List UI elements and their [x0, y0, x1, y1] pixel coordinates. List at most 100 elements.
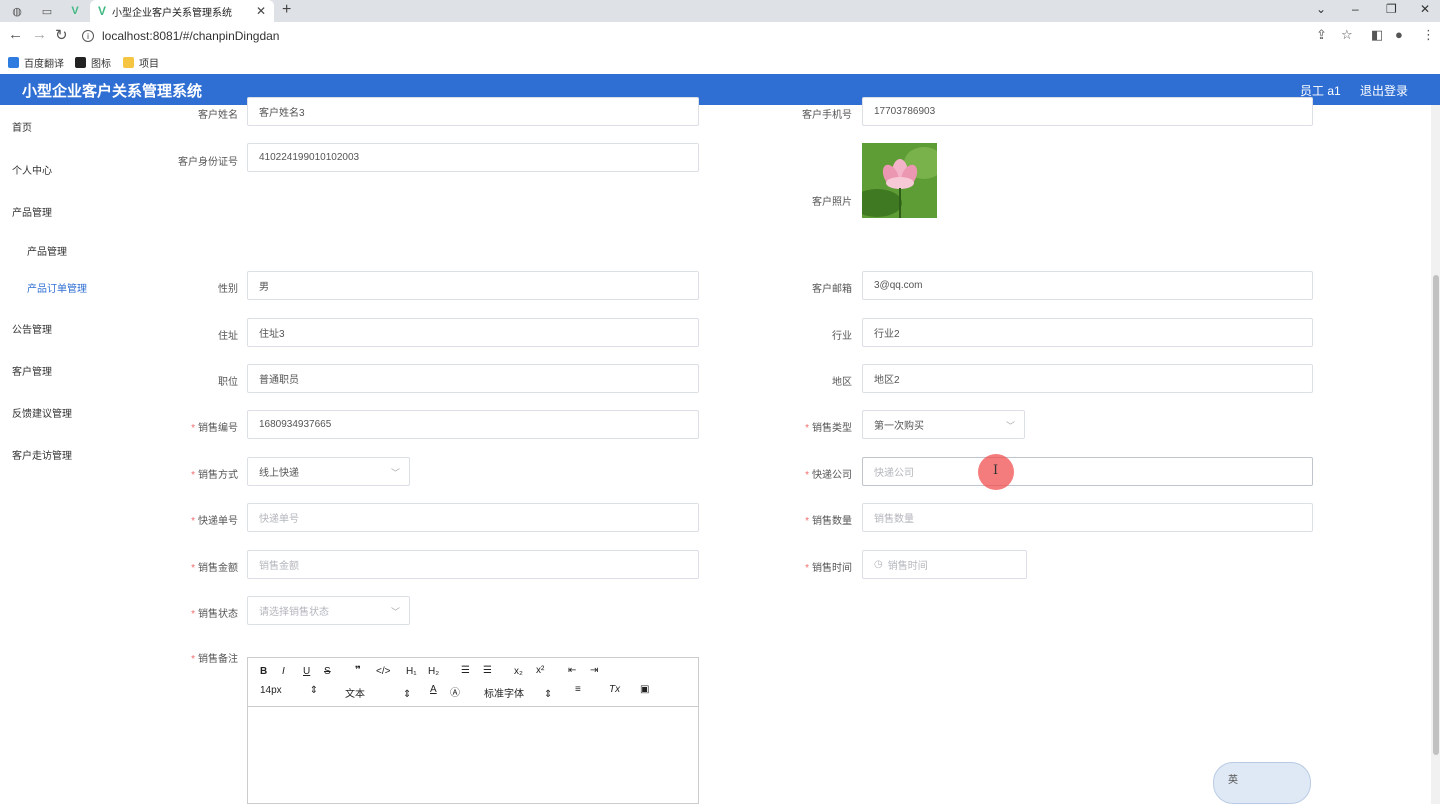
h1-button[interactable]: H₁ — [406, 666, 417, 677]
underline-button[interactable]: U — [303, 666, 310, 677]
bookmark-baidu-translate[interactable]: 百度翻译 — [8, 55, 64, 70]
profile-icon[interactable]: ● — [1395, 27, 1403, 42]
quote-button[interactable]: ❞ — [355, 665, 361, 676]
url-field[interactable]: i localhost:8081/#/chanpinDingdan — [82, 27, 279, 45]
email-input[interactable]: 3@qq.com — [862, 271, 1313, 300]
sale-type-select[interactable]: 第一次购买 ﹀ — [862, 410, 1025, 439]
globe-icon[interactable]: ◍ — [8, 3, 26, 19]
sale-amount-input[interactable]: 销售金额 — [247, 550, 699, 579]
sale-method-select[interactable]: 线上快递 ﹀ — [247, 457, 410, 486]
menu-icon[interactable]: ⋮ — [1422, 27, 1435, 43]
restore-button[interactable]: ❐ — [1386, 2, 1397, 16]
bold-button[interactable]: B — [260, 666, 267, 677]
strike-button[interactable]: S — [324, 666, 331, 677]
address-label: 住址 — [218, 331, 238, 342]
customer-id-input[interactable]: 410224199010102003 — [247, 143, 699, 172]
bookmark-label: 百度翻译 — [24, 59, 64, 70]
clock-icon: ◷ — [874, 559, 883, 570]
ordered-list-icon[interactable]: ☰ — [461, 665, 470, 676]
subscript-button[interactable]: x₂ — [514, 666, 523, 677]
reload-button[interactable]: ↻ — [55, 26, 68, 44]
font-family-select[interactable]: 标准字体 ⇕ — [484, 685, 552, 700]
customer-photo[interactable] — [862, 143, 937, 218]
sale-status-placeholder: 请选择销售状态 — [259, 607, 329, 618]
customer-phone-input[interactable]: 17703786903 — [862, 97, 1313, 126]
bookmark-label: 图标 — [91, 59, 111, 70]
express-no-input[interactable]: 快递单号 — [247, 503, 699, 532]
chevron-down-icon: ﹀ — [390, 607, 400, 617]
background-color-button[interactable]: Ⓐ — [450, 684, 460, 699]
sidebar-item-notices[interactable]: 公告管理 — [12, 321, 52, 336]
sale-type-value: 第一次购买 — [874, 421, 924, 432]
sale-no-label: * 销售编号 — [191, 423, 238, 434]
sidebar-item-product-mgmt[interactable]: 产品管理 — [12, 204, 52, 219]
pinned-tab-icon[interactable]: ▭ — [38, 3, 56, 19]
forward-button[interactable]: → — [32, 26, 47, 43]
address-input[interactable]: 住址3 — [247, 318, 699, 347]
code-button[interactable]: </> — [376, 666, 390, 677]
bullet-list-icon[interactable]: ☰ — [483, 665, 492, 676]
customer-id-label: 客户身份证号 — [178, 157, 238, 168]
bookmark-project[interactable]: 项目 — [123, 55, 159, 70]
region-label: 地区 — [832, 377, 852, 388]
page-scrollbar[interactable] — [1431, 105, 1440, 804]
sidebar-item-profile[interactable]: 个人中心 — [12, 162, 52, 177]
indent-icon[interactable]: ⇥ — [590, 665, 598, 676]
font-color-button[interactable]: A — [430, 684, 437, 695]
sidebar-subitem-products[interactable]: 产品管理 — [27, 243, 67, 258]
close-icon[interactable]: ✕ — [256, 4, 266, 18]
region-input[interactable]: 地区2 — [862, 364, 1313, 393]
express-company-input[interactable]: 快递公司 — [862, 457, 1313, 486]
italic-button[interactable]: I — [282, 666, 285, 677]
position-label: 职位 — [218, 377, 238, 388]
block-type-select[interactable]: 文本 ⇕ — [345, 685, 411, 700]
sidebar-item-home[interactable]: 首页 — [12, 119, 32, 134]
chevron-down-icon: ﹀ — [390, 468, 400, 478]
bookmark-icons[interactable]: 图标 — [75, 55, 111, 70]
logout-button[interactable]: 退出登录 — [1360, 82, 1408, 99]
tab-title: 小型企业客户关系管理系统 — [112, 7, 233, 19]
ime-widget[interactable]: 英 — [1213, 762, 1311, 804]
lotus-image — [862, 143, 937, 218]
active-tab[interactable]: V 小型企业客户关系管理系统 ✕ — [90, 0, 274, 22]
industry-input[interactable]: 行业2 — [862, 318, 1313, 347]
text-cursor-icon: I — [993, 463, 999, 478]
industry-label: 行业 — [832, 331, 852, 342]
sale-no-input[interactable]: 1680934937665 — [247, 410, 699, 439]
star-icon[interactable]: ☆ — [1341, 27, 1353, 43]
clear-format-icon[interactable]: Tx — [609, 684, 620, 695]
image-icon[interactable]: ▣ — [640, 684, 649, 695]
new-tab-button[interactable]: + — [282, 1, 291, 19]
sidebar-item-feedback[interactable]: 反馈建议管理 — [12, 405, 72, 420]
sale-time-label: * 销售时间 — [805, 563, 852, 574]
editor-content[interactable] — [248, 707, 698, 804]
sale-type-label: * 销售类型 — [805, 423, 852, 434]
minimize-button[interactable]: – — [1352, 2, 1359, 16]
sidebar-subitem-product-orders[interactable]: 产品订单管理 — [27, 280, 87, 295]
scrollbar-thumb[interactable] — [1433, 275, 1439, 755]
font-size-select[interactable]: 14px ⇕ — [260, 685, 318, 696]
superscript-button[interactable]: x² — [536, 665, 544, 676]
chevron-down-icon[interactable]: ⌄ — [1316, 2, 1326, 16]
info-icon[interactable]: i — [82, 30, 94, 42]
sale-amount-label: * 销售金额 — [191, 563, 238, 574]
align-icon[interactable]: ≡ — [575, 684, 581, 695]
share-icon[interactable]: ⇪ — [1316, 27, 1327, 43]
side-panel-icon[interactable]: ◧ — [1371, 27, 1383, 43]
back-button[interactable]: ← — [8, 26, 23, 43]
sidebar-item-customers[interactable]: 客户管理 — [12, 363, 52, 378]
sale-status-select[interactable]: 请选择销售状态 ﹀ — [247, 596, 410, 625]
sale-method-label: * 销售方式 — [191, 470, 238, 481]
customer-name-input[interactable]: 客户姓名3 — [247, 97, 699, 126]
h2-button[interactable]: H₂ — [428, 666, 439, 677]
sale-note-label: * 销售备注 — [191, 654, 238, 665]
vue-logo-icon[interactable]: V — [66, 3, 84, 19]
sale-time-picker[interactable]: ◷ 销售时间 — [862, 550, 1027, 579]
sale-qty-input[interactable]: 销售数量 — [862, 503, 1313, 532]
express-no-label: * 快递单号 — [191, 516, 238, 527]
gender-input[interactable]: 男 — [247, 271, 699, 300]
close-window-button[interactable]: ✕ — [1420, 2, 1430, 16]
outdent-icon[interactable]: ⇤ — [568, 665, 576, 676]
position-input[interactable]: 普通职员 — [247, 364, 699, 393]
sidebar-item-visits[interactable]: 客户走访管理 — [12, 447, 72, 462]
